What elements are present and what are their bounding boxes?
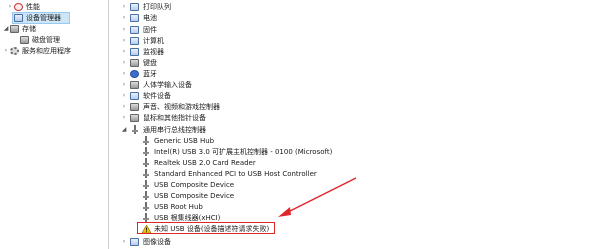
pane-divider[interactable] xyxy=(108,0,109,249)
bluetooth-icon xyxy=(130,70,139,78)
category-label: 图像设备 xyxy=(143,238,171,246)
category-mice[interactable]: › 鼠标和其他指针设备 xyxy=(120,112,320,124)
device-manager-window: › 性能 设备管理器 ◢ 存储 磁盘管理 › 服务和应用程序 › 打印队列 › … xyxy=(0,0,600,249)
battery-icon xyxy=(130,14,139,22)
usb-icon xyxy=(143,213,149,222)
camera-icon xyxy=(130,238,139,246)
firmware-icon xyxy=(130,26,139,34)
device-manager-icon xyxy=(14,14,23,22)
annotation-highlight-box xyxy=(137,222,275,234)
storage-icon xyxy=(10,25,19,33)
category-label: 电池 xyxy=(143,14,157,22)
usb-icon xyxy=(143,136,149,145)
expand-arrow-icon[interactable]: › xyxy=(120,112,128,124)
printer-icon xyxy=(130,3,139,11)
software-device-icon xyxy=(130,92,139,100)
navigation-tree: › 性能 设备管理器 ◢ 存储 磁盘管理 › 服务和应用程序 xyxy=(0,0,108,249)
tree-item-services-apps[interactable]: › 服务和应用程序 xyxy=(0,45,108,57)
keyboard-icon xyxy=(130,59,139,67)
usb-icon xyxy=(143,180,149,189)
monitor-icon xyxy=(130,48,139,56)
services-icon xyxy=(10,47,19,55)
expand-arrow-icon[interactable]: › xyxy=(2,45,10,57)
mouse-icon xyxy=(130,114,139,122)
expand-arrow-icon[interactable]: › xyxy=(120,12,128,24)
usb-icon xyxy=(143,147,149,156)
category-battery[interactable]: › 电池 xyxy=(120,12,320,24)
sound-icon xyxy=(130,103,139,111)
hid-icon xyxy=(130,81,139,89)
usb-icon xyxy=(143,158,149,167)
usb-icon xyxy=(143,169,149,178)
usb-icon xyxy=(132,125,138,134)
computer-icon xyxy=(130,37,139,45)
collapse-arrow-icon[interactable]: ◢ xyxy=(120,124,128,136)
usb-icon xyxy=(143,191,149,200)
category-label: 鼠标和其他指针设备 xyxy=(143,114,206,122)
disk-management-icon xyxy=(20,36,29,44)
category-imaging-devices[interactable]: › 图像设备 xyxy=(120,236,320,248)
usb-icon xyxy=(143,202,149,211)
expand-arrow-icon[interactable]: › xyxy=(120,236,128,248)
tree-item-label: 服务和应用程序 xyxy=(22,47,71,55)
performance-icon xyxy=(14,3,23,11)
